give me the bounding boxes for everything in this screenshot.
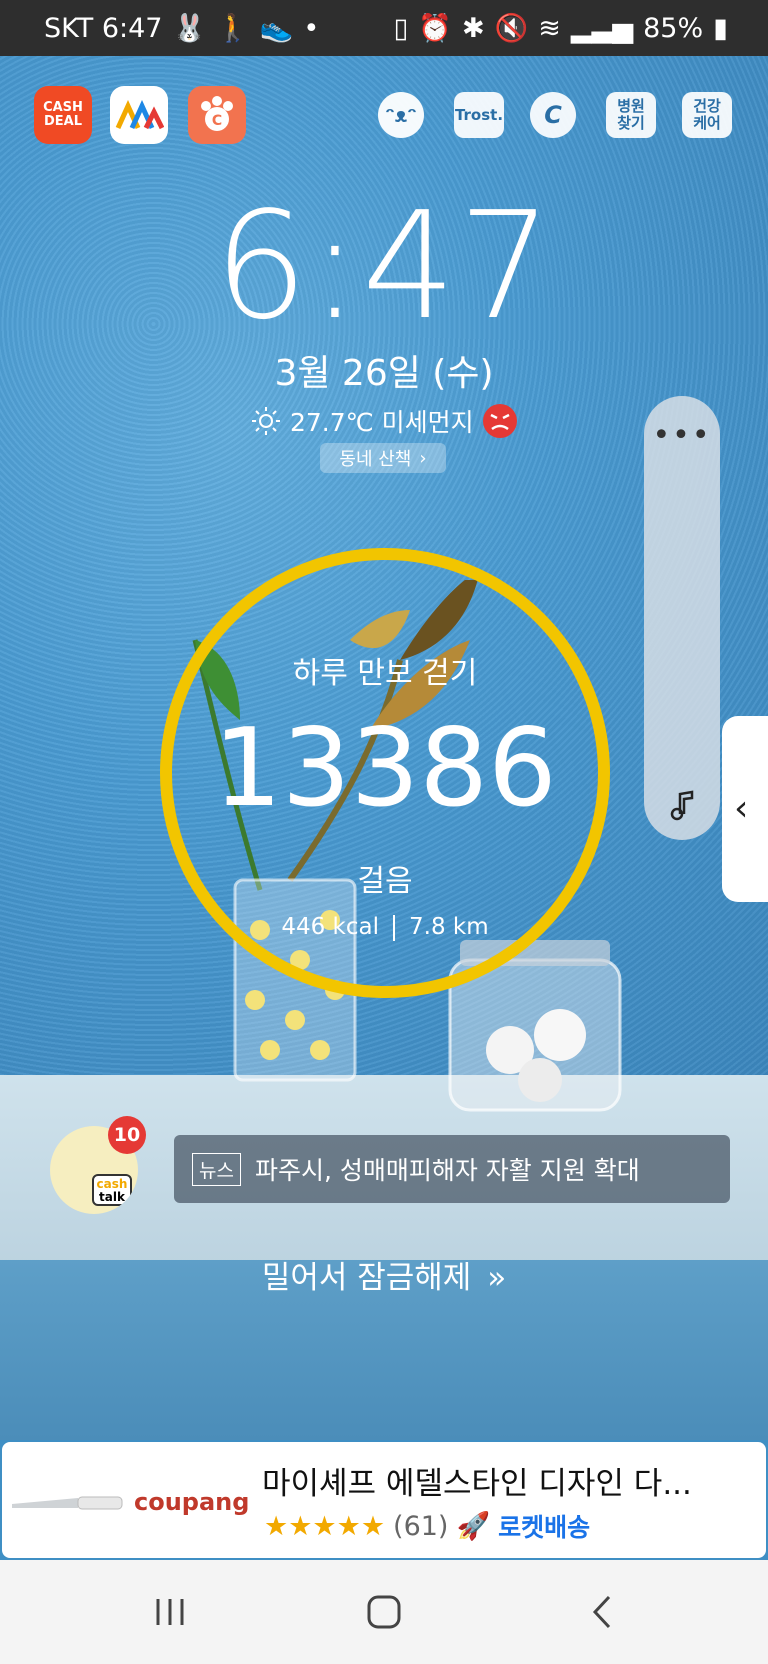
ad-product-title: 마이셰프 에델스타인 디자인 다...: [262, 1466, 692, 1502]
battery-level: 85%: [643, 12, 704, 44]
health-care-app-icon[interactable]: 건강 케어: [682, 92, 732, 138]
lockscreen-clock: 6:47: [213, 180, 555, 352]
cashtalk-bubble: cash talk: [92, 1174, 132, 1206]
steps-distance: 7.8 km: [409, 914, 489, 940]
navigation-bar: [0, 1560, 768, 1664]
steps-meta: 446 kcal 7.8 km: [160, 914, 610, 941]
ad-rating-row: ★★★★★ (61) 🚀 로켓배송: [264, 1508, 590, 1544]
bad-air-face-icon: [482, 404, 517, 438]
chevron-right-icon: ›: [419, 447, 427, 469]
review-count: (61): [393, 1510, 449, 1542]
recent-apps-icon: [156, 1599, 184, 1625]
home-button[interactable]: [354, 1586, 414, 1638]
cashdeal-label: CASH DEAL: [43, 100, 83, 129]
rainbow-logo-icon: [115, 100, 164, 130]
trost-app-icon[interactable]: Trost.: [454, 92, 504, 138]
health-label-1: 건강: [693, 97, 721, 115]
music-note-icon[interactable]: [666, 788, 700, 822]
ad-banner[interactable]: coupang 마이셰프 에델스타인 디자인 다... ★★★★★ (61) 🚀…: [2, 1442, 766, 1558]
unlock-hint-text: 밀어서 잠금해제: [261, 1260, 472, 1296]
bluetooth-icon: ✱: [461, 12, 485, 44]
rocket-icon: 🚀: [456, 1511, 491, 1542]
weather-row[interactable]: 27.7℃ 미세먼지: [250, 400, 518, 442]
neighborhood-walk-button[interactable]: 동네 산책 ›: [320, 443, 446, 473]
walking-icon: 🚶: [216, 13, 250, 44]
battery-saver-icon: ▯: [393, 12, 409, 44]
rating-stars: ★★★★★: [264, 1510, 386, 1542]
shoe-icon: 👟: [259, 13, 294, 44]
svg-text:C: C: [212, 113, 222, 129]
wifi-icon: ≋: [538, 12, 561, 44]
news-banner[interactable]: 뉴스 파주시, 성매매피해자 자활 지원 확대: [174, 1135, 730, 1203]
swipe-to-unlock-hint[interactable]: 밀어서 잠금해제 »: [0, 1252, 768, 1297]
butterfly-icon: ᵔᴥᵔ: [385, 102, 417, 127]
status-bar: SKT 6:47 🐰 🚶 👟 • ▯ ⏰ ✱ 🔇 ≋ ▂▃▅ 85% ▮: [0, 0, 768, 56]
steps-kcal: 446 kcal: [281, 914, 380, 940]
weather-text: 27.7℃ 미세먼지: [290, 408, 474, 437]
cashdeal-app-icon[interactable]: CASH DEAL: [34, 86, 92, 144]
cashtalk-label-2: talk: [99, 1190, 125, 1204]
mute-icon: 🔇: [494, 13, 529, 44]
notification-badge: 10: [108, 1116, 146, 1154]
back-button[interactable]: [572, 1586, 632, 1638]
coupang-logo: coupang: [134, 1488, 250, 1516]
back-icon: [592, 1595, 611, 1629]
rabbit-icon: 🐰: [172, 13, 207, 44]
cashwalk-app-icon[interactable]: C: [188, 86, 246, 144]
signal-icon: ▂▃▅: [570, 12, 634, 44]
walk-button-label: 동네 산책: [339, 449, 412, 470]
carrier-time: SKT 6:47: [44, 12, 163, 44]
steps-unit: 걸음: [357, 864, 413, 899]
rainbow-app-icon[interactable]: [110, 86, 168, 144]
battery-icon: ▮: [713, 12, 728, 44]
steps-count: 13386: [213, 706, 557, 831]
recent-apps-button[interactable]: [140, 1586, 200, 1638]
hospital-finder-app-icon[interactable]: 병원 찾기: [606, 92, 656, 138]
chevron-left-icon: ‹: [734, 788, 749, 829]
dot-icon: •: [303, 12, 320, 44]
rocket-delivery-label: 로켓배송: [498, 1513, 591, 1542]
butterfly-app-icon[interactable]: ᵔᴥᵔ: [378, 92, 424, 138]
meta-divider: [393, 914, 396, 941]
c-app-icon[interactable]: C: [530, 92, 576, 138]
news-headline: 파주시, 성매매피해자 자활 지원 확대: [254, 1156, 640, 1185]
news-tag: 뉴스: [192, 1152, 241, 1186]
trost-label: Trost.: [454, 105, 504, 124]
double-chevron-right-icon: »: [487, 1260, 507, 1296]
edge-panel-handle[interactable]: ‹: [722, 716, 768, 902]
health-label-2: 케어: [693, 114, 721, 132]
knife-product-image: [12, 1496, 123, 1510]
side-panel[interactable]: •••: [644, 396, 720, 840]
alarm-icon: ⏰: [418, 13, 452, 44]
sun-icon: [252, 407, 280, 435]
lockscreen-date: 3월 26일 (수): [274, 353, 494, 394]
more-options-icon[interactable]: •••: [644, 418, 720, 453]
hospital-label-2: 찾기: [617, 114, 645, 132]
home-icon: [367, 1595, 401, 1629]
steps-widget-title: 하루 만보 걷기: [292, 656, 478, 691]
c-logo-icon: C: [544, 100, 562, 129]
paw-icon: C: [201, 96, 233, 131]
hospital-label-1: 병원: [617, 97, 645, 115]
